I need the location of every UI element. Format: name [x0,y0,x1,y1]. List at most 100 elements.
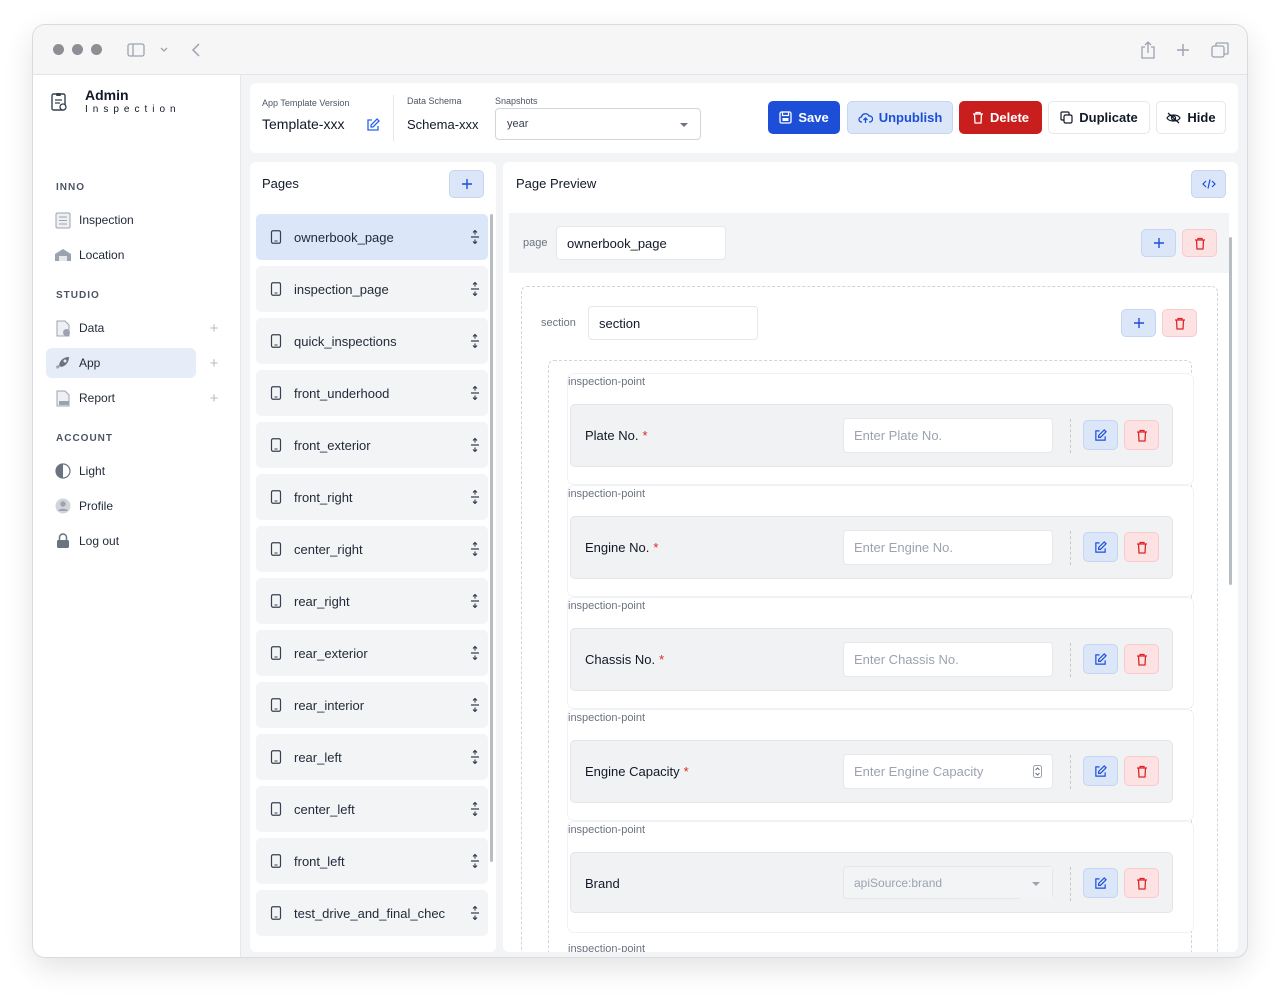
sidebar-item-light[interactable]: Light [46,456,196,486]
edit-icon [1095,540,1107,553]
delete-point-button[interactable] [1124,868,1159,898]
inspection-point-card: inspection-point Engine No. * Enter Engine … [568,486,1193,596]
section-name-input[interactable]: section [588,306,758,340]
field-input[interactable]: Enter Plate No. [843,418,1053,453]
add-point-button[interactable] [1121,309,1156,337]
drag-handle-icon[interactable] [462,906,488,920]
page-item[interactable]: center_right [256,526,488,572]
building-icon [54,246,72,264]
delete-button[interactable]: Delete [959,101,1042,134]
edit-point-button[interactable] [1083,868,1118,898]
inspection-point-box: Brand apiSource:brand [570,852,1173,913]
sidebar-item-inspection[interactable]: Inspection [46,205,196,235]
sidebar-item-app[interactable]: App [46,348,196,378]
sidebar-item-location[interactable]: Location [46,240,196,270]
save-button[interactable]: Save [768,101,840,134]
page-item[interactable]: rear_interior [256,682,488,728]
drag-handle-icon[interactable] [462,802,488,816]
field-input[interactable]: Enter Engine Capacity [843,754,1053,789]
sidebar-toggle-icon[interactable] [125,39,147,61]
drag-handle-icon[interactable] [462,646,488,660]
delete-point-button[interactable] [1124,644,1159,674]
mobile-page-icon [270,282,282,296]
chevron-down-icon[interactable] [1020,867,1052,900]
hide-button[interactable]: Hide [1156,101,1226,134]
page-item[interactable]: test_drive_and_final_chec [256,890,488,936]
pages-scrollbar[interactable] [490,214,493,862]
drag-handle-icon[interactable] [462,594,488,608]
new-tab-icon[interactable] [1172,39,1194,61]
sidebar-item-label: Light [79,464,106,478]
sidebar-item-data[interactable]: Data [46,313,196,343]
delete-page-button[interactable] [1182,229,1217,257]
drag-handle-icon[interactable] [462,854,488,868]
drag-handle-icon[interactable] [462,438,488,452]
drag-handle-icon[interactable] [462,230,488,244]
page-item[interactable]: center_left [256,786,488,832]
page-item-label: ownerbook_page [294,229,394,245]
delete-point-button[interactable] [1124,756,1159,786]
tab-overview-icon[interactable] [1209,39,1231,61]
delete-section-button[interactable] [1162,309,1197,337]
code-view-button[interactable] [1191,170,1226,198]
page-item[interactable]: inspection_page [256,266,488,312]
inspection-point-card: inspection-point Plate No. * Enter Plate No… [568,374,1193,484]
snapshots-select[interactable]: year [495,108,701,140]
sidebar-item-profile[interactable]: Profile [46,491,196,521]
edit-template-icon[interactable] [366,118,380,132]
drag-handle-icon[interactable] [462,282,488,296]
page-item[interactable]: rear_left [256,734,488,780]
edit-point-button[interactable] [1083,644,1118,674]
sidebar-item-logout[interactable]: Log out [46,526,196,556]
edit-icon [1095,428,1107,441]
edit-point-button[interactable] [1083,420,1118,450]
page-item[interactable]: ownerbook_page [256,214,488,260]
delete-point-button[interactable] [1124,420,1159,450]
edit-point-button[interactable] [1083,756,1118,786]
page-item[interactable]: rear_exterior [256,630,488,676]
brand[interactable]: Admin Inspection [49,87,181,117]
mobile-page-icon [270,646,282,660]
sidebar: Admin Inspection INNO Inspection Locatio… [33,75,241,957]
add-section-button[interactable] [1141,229,1176,257]
page-item[interactable]: front_underhood [256,370,488,416]
drag-handle-icon[interactable] [462,750,488,764]
preview-scrollbar[interactable] [1229,237,1232,585]
page-name-input[interactable]: ownerbook_page [556,226,726,260]
drag-handle-icon[interactable] [462,334,488,348]
page-item[interactable]: quick_inspections [256,318,488,364]
delete-point-button[interactable] [1124,532,1159,562]
sidebar-item-label: Log out [79,534,120,548]
chevron-down-icon[interactable] [153,39,175,61]
number-stepper-icon[interactable] [1033,765,1042,781]
add-report-icon[interactable]: + [207,390,221,407]
page-item-label: rear_exterior [294,645,368,661]
page-item[interactable]: front_exterior [256,422,488,468]
page-item-label: center_left [294,801,355,817]
sidebar-item-report[interactable]: Report [46,383,196,413]
add-data-icon[interactable]: + [207,320,221,337]
add-page-button[interactable] [449,170,484,198]
page-item[interactable]: front_right [256,474,488,520]
field-input[interactable]: Enter Engine No. [843,530,1053,565]
edit-point-button[interactable] [1083,532,1118,562]
drag-handle-icon[interactable] [462,698,488,712]
page-item[interactable]: rear_right [256,578,488,624]
share-icon[interactable] [1137,39,1159,61]
trash-icon [1136,877,1147,890]
drag-handle-icon[interactable] [462,490,488,504]
eye-off-icon [1166,112,1182,123]
page-item-label: rear_interior [294,697,365,713]
drag-handle-icon[interactable] [462,386,488,400]
window-controls[interactable] [53,44,102,55]
add-app-icon[interactable]: + [207,355,221,372]
drag-handle-icon[interactable] [462,542,488,556]
page-item[interactable]: front_left [256,838,488,884]
duplicate-button[interactable]: Duplicate [1048,101,1150,134]
inspection-point-label: inspection-point [568,712,646,724]
field-input[interactable]: Enter Chassis No. [843,642,1053,677]
unpublish-button[interactable]: Unpublish [847,101,953,134]
field-select[interactable]: apiSource:brand [843,866,1053,900]
browser-window: Admin Inspection INNO Inspection Locatio… [33,25,1247,957]
back-icon[interactable] [185,39,207,61]
